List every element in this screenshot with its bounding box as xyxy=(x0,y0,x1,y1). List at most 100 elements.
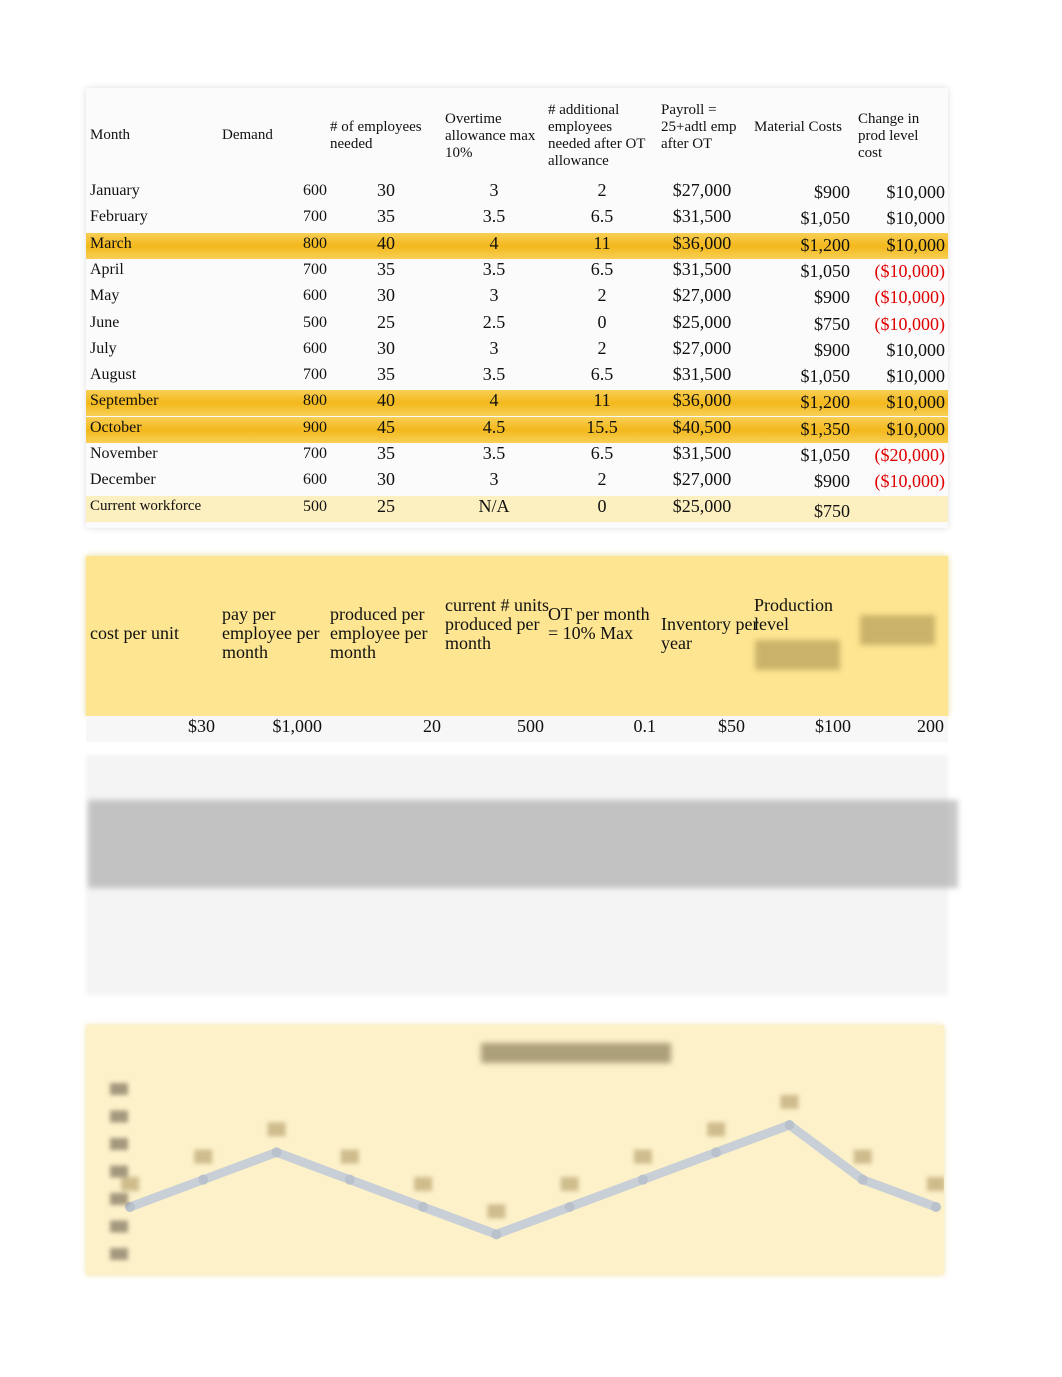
material-cost-cell: $900 xyxy=(814,339,850,360)
employees-cell: 40 xyxy=(377,390,395,411)
employees-cell: 30 xyxy=(377,469,395,490)
payroll-cell: $31,500 xyxy=(672,258,732,279)
additional-employees-cell: 0 xyxy=(597,311,607,332)
payroll-cell: $27,000 xyxy=(672,337,732,358)
additional-employees-cell: 15.5 xyxy=(586,416,618,437)
employees-cell: 25 xyxy=(377,495,395,516)
data-point xyxy=(637,1174,648,1185)
parameter-value: 200 xyxy=(917,716,944,736)
change-cost-cell: ($10,000) xyxy=(874,471,946,492)
change-cost-cell: ($10,000) xyxy=(874,260,946,281)
employees-cell: 35 xyxy=(377,364,395,385)
column-header: # additional employees needed after OT a… xyxy=(548,102,646,169)
overtime-cell: 4.5 xyxy=(482,416,506,437)
month-cell: January xyxy=(90,182,140,199)
column-header: Change in prod level cost xyxy=(858,111,920,161)
overtime-cell: 3.5 xyxy=(482,443,506,463)
parameter-header: cost per unit xyxy=(90,623,179,643)
data-point xyxy=(564,1202,575,1212)
parameter-value: 500 xyxy=(517,716,544,736)
data-label xyxy=(194,1149,213,1164)
month-cell: April xyxy=(90,260,124,278)
demand-cell: 700 xyxy=(303,366,327,384)
parameter-value: $100 xyxy=(815,716,851,736)
data-point xyxy=(271,1147,282,1158)
data-point xyxy=(344,1174,355,1185)
material-cost-cell: $1,050 xyxy=(800,366,851,387)
overtime-cell: 4 xyxy=(489,232,499,253)
demand-cell: 500 xyxy=(303,497,327,515)
column-header: Month xyxy=(90,127,131,143)
parameter-header: pay per employee per month xyxy=(222,604,320,662)
employees-cell: 30 xyxy=(377,180,395,200)
month-cell: May xyxy=(90,287,120,305)
change-cost-cell: $10,000 xyxy=(886,234,946,255)
change-cost-cell: ($10,000) xyxy=(874,287,946,308)
overtime-cell: 3 xyxy=(489,469,499,490)
data-point xyxy=(418,1202,429,1212)
employees-cell: 45 xyxy=(377,416,395,437)
change-cost-cell: $10,000 xyxy=(886,339,946,360)
material-cost-cell: $1,350 xyxy=(800,418,851,439)
spreadsheet-page: Month Demand # of employees needed Overtime… xyxy=(0,0,1062,1377)
overtime-cell: 3.5 xyxy=(482,206,506,227)
data-point xyxy=(784,1120,795,1130)
data-label xyxy=(267,1122,286,1137)
month-cell: October xyxy=(90,418,142,436)
overtime-cell: 3 xyxy=(489,337,499,358)
overtime-cell: 3 xyxy=(489,180,499,200)
material-cost-cell: $750 xyxy=(814,313,850,334)
employees-cell: 30 xyxy=(377,285,395,306)
change-cost-cell: ($20,000) xyxy=(874,445,946,465)
material-cost-cell: $750 xyxy=(814,500,850,521)
employees-cell: 35 xyxy=(377,206,395,227)
parameter-header: OT per month = 10% Max xyxy=(548,604,650,643)
demand-cell: 900 xyxy=(303,418,327,436)
column-header: Material Costs xyxy=(754,119,842,135)
parameter-value: $30 xyxy=(188,716,215,736)
y-axis-tick-label xyxy=(110,1220,128,1233)
data-point xyxy=(198,1174,209,1185)
material-cost-cell: $900 xyxy=(814,471,850,492)
parameter-header-blurred xyxy=(755,640,840,670)
payroll-cell: $27,000 xyxy=(672,285,732,306)
material-cost-cell: $1,050 xyxy=(800,445,851,465)
payroll-cell: $27,000 xyxy=(672,180,732,200)
payroll-cell: $36,000 xyxy=(672,232,732,253)
data-label xyxy=(414,1177,433,1191)
month-cell: June xyxy=(90,313,120,331)
demand-cell: 600 xyxy=(303,182,327,199)
data-label xyxy=(780,1095,799,1109)
y-axis-tick-label xyxy=(110,1165,128,1178)
data-point xyxy=(491,1229,502,1240)
overtime-cell: 3.5 xyxy=(482,364,506,385)
y-axis-tick-label xyxy=(110,1083,128,1095)
parameter-header: Production level xyxy=(754,595,833,634)
y-axis-tick-label xyxy=(110,1193,128,1205)
column-header: # of employees needed xyxy=(330,119,422,152)
month-cell: Current workforce xyxy=(90,497,202,514)
change-cost-cell: $10,000 xyxy=(886,392,946,413)
y-axis-tick-label xyxy=(110,1138,128,1150)
payroll-cell: $31,500 xyxy=(672,364,732,385)
material-cost-cell: $900 xyxy=(814,182,850,202)
parameter-value: $50 xyxy=(718,716,745,736)
employees-cell: 35 xyxy=(377,443,395,463)
additional-employees-cell: 6.5 xyxy=(590,258,614,279)
data-point xyxy=(857,1174,868,1185)
demand-chart xyxy=(86,1025,944,1275)
data-label xyxy=(121,1177,139,1191)
additional-employees-cell: 6.5 xyxy=(590,364,614,385)
demand-cell: 700 xyxy=(303,260,327,278)
data-point xyxy=(711,1147,722,1158)
demand-series-line xyxy=(128,1120,938,1239)
demand-cell: 600 xyxy=(303,339,327,357)
month-cell: July xyxy=(90,339,117,357)
material-cost-cell: $1,200 xyxy=(800,234,851,255)
overtime-cell: 2.5 xyxy=(482,311,506,332)
additional-employees-cell: 6.5 xyxy=(590,443,614,463)
additional-employees-cell: 2 xyxy=(597,469,607,490)
additional-employees-cell: 11 xyxy=(593,390,611,411)
column-header: Demand xyxy=(222,127,273,143)
payroll-cell: $36,000 xyxy=(672,390,732,411)
